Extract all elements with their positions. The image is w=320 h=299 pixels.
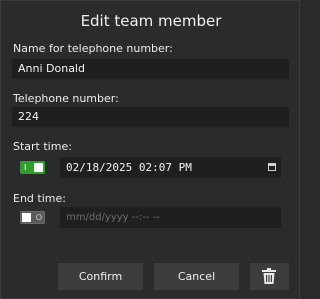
phone-label: Telephone number: bbox=[13, 92, 119, 105]
end-time-placeholder: mm/dd/yyyy --:-- -- bbox=[66, 212, 160, 223]
calendar-icon[interactable] bbox=[268, 163, 276, 171]
start-time-label: Start time: bbox=[13, 140, 72, 153]
toggle-off-mark: O bbox=[35, 213, 42, 222]
name-input[interactable]: Anni Donald bbox=[12, 59, 289, 79]
trash-icon bbox=[262, 268, 276, 284]
toggle-knob bbox=[22, 213, 31, 222]
edit-team-member-dialog: Edit team member Name for telephone numb… bbox=[0, 0, 300, 299]
name-label: Name for telephone number: bbox=[13, 42, 173, 55]
end-time-label: End time: bbox=[13, 192, 66, 205]
cancel-button[interactable]: Cancel bbox=[154, 263, 239, 290]
dialog-title: Edit team member bbox=[80, 12, 222, 30]
toggle-knob bbox=[34, 163, 43, 172]
toggle-on-mark: I bbox=[24, 163, 27, 172]
delete-button[interactable] bbox=[250, 263, 289, 290]
start-time-toggle[interactable]: I bbox=[20, 161, 45, 174]
start-time-value: 02/18/2025 02:07 PM bbox=[66, 161, 192, 174]
start-time-input[interactable]: 02/18/2025 02:07 PM bbox=[60, 157, 281, 178]
confirm-button[interactable]: Confirm bbox=[58, 263, 143, 290]
phone-input[interactable]: 224 bbox=[12, 107, 289, 127]
end-time-toggle[interactable]: O bbox=[20, 211, 45, 224]
end-time-input[interactable]: mm/dd/yyyy --:-- -- bbox=[60, 207, 281, 228]
